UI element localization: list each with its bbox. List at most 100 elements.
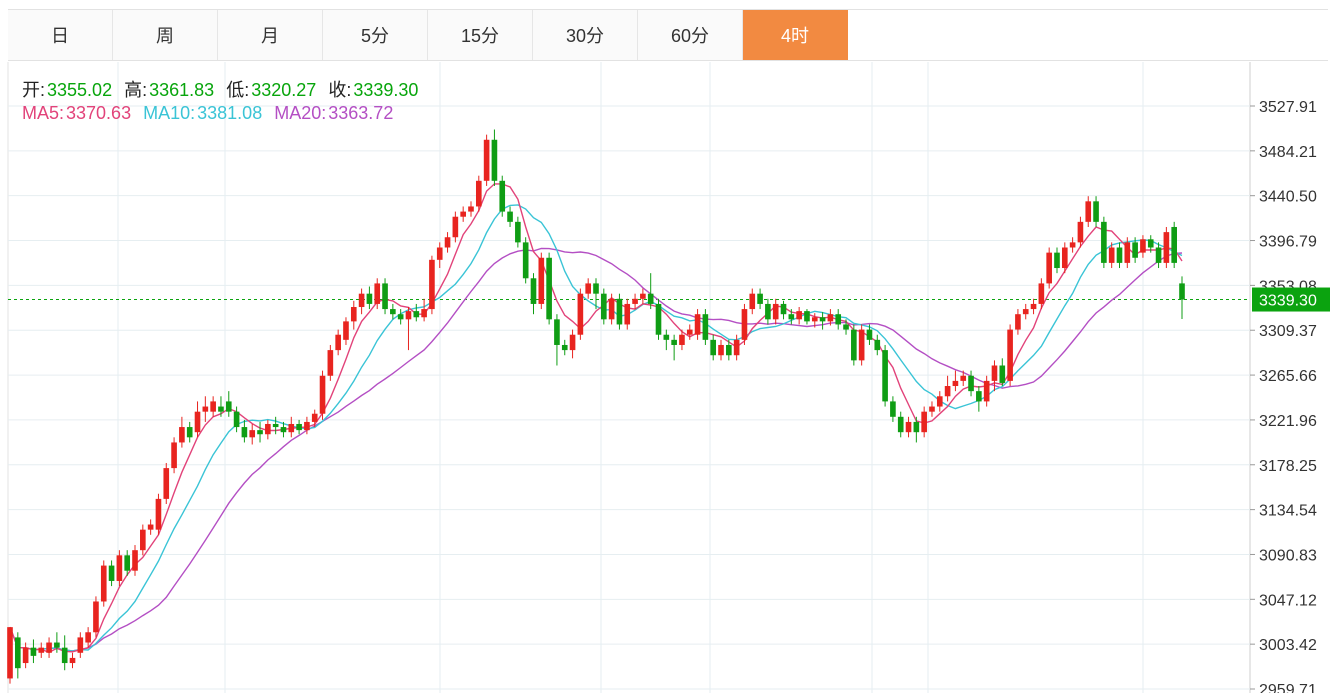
candle bbox=[265, 419, 271, 440]
candle bbox=[601, 288, 607, 325]
candle-body bbox=[944, 386, 951, 397]
candle-body bbox=[616, 298, 623, 325]
y-tick-label: 3309.37 bbox=[1259, 323, 1317, 340]
candle-body bbox=[460, 211, 466, 217]
candle-body bbox=[663, 334, 670, 340]
candle-body bbox=[585, 283, 591, 294]
candle-body bbox=[249, 430, 256, 438]
candle-body bbox=[61, 647, 68, 664]
candle-body bbox=[601, 293, 607, 320]
candle-body bbox=[538, 257, 545, 304]
y-tick-label: 3047.12 bbox=[1259, 592, 1317, 609]
candle bbox=[93, 596, 99, 638]
candle-body bbox=[733, 339, 740, 356]
candle-body bbox=[1163, 232, 1170, 263]
candle bbox=[22, 642, 29, 669]
candle bbox=[585, 278, 591, 299]
candle-body bbox=[1093, 201, 1099, 222]
candle-body bbox=[905, 421, 912, 433]
candle bbox=[350, 300, 357, 330]
candle bbox=[460, 206, 466, 222]
candle bbox=[577, 288, 584, 340]
candle bbox=[976, 386, 982, 412]
candle-body bbox=[624, 303, 631, 325]
candle-body bbox=[765, 303, 771, 320]
candle-body bbox=[843, 324, 849, 330]
candle-body bbox=[452, 216, 459, 238]
candle bbox=[632, 293, 638, 310]
candle-body bbox=[1015, 314, 1021, 330]
candle-body bbox=[1030, 303, 1037, 310]
candle-body bbox=[429, 259, 435, 310]
candle-body bbox=[679, 334, 685, 345]
candle bbox=[1007, 324, 1013, 387]
y-tick-label: 3090.83 bbox=[1259, 547, 1317, 564]
ma-readout: MA5: 3370.63 MA10: 3381.08 MA20: 3363.72 bbox=[22, 103, 395, 124]
candle bbox=[343, 317, 349, 345]
candle-body bbox=[186, 427, 193, 438]
y-tick-label: 2959.71 bbox=[1259, 682, 1317, 693]
candle-body bbox=[69, 657, 76, 664]
candle bbox=[241, 419, 248, 443]
candle bbox=[296, 419, 302, 435]
candle bbox=[249, 423, 256, 445]
candle bbox=[757, 288, 763, 310]
candle-body bbox=[522, 242, 529, 279]
candle-body bbox=[155, 498, 162, 530]
candle bbox=[772, 298, 779, 325]
candle-body bbox=[788, 314, 795, 320]
candle-body bbox=[202, 406, 209, 412]
candle-body bbox=[749, 293, 756, 310]
candle bbox=[1171, 221, 1177, 269]
candle bbox=[554, 314, 560, 366]
candle-body bbox=[702, 314, 709, 340]
candle-body bbox=[54, 642, 60, 648]
candle bbox=[796, 307, 802, 325]
candle bbox=[452, 211, 459, 243]
candle bbox=[366, 286, 373, 310]
candle-body bbox=[718, 344, 724, 356]
candle-body bbox=[257, 430, 263, 435]
candle bbox=[1069, 237, 1076, 253]
candle-body bbox=[835, 314, 842, 325]
candle-body bbox=[632, 298, 638, 304]
candle-body bbox=[507, 211, 513, 222]
candle bbox=[319, 370, 326, 420]
candle bbox=[780, 300, 787, 320]
candle bbox=[749, 288, 756, 315]
candle bbox=[663, 329, 670, 351]
candle bbox=[1046, 247, 1052, 289]
candle bbox=[694, 309, 701, 340]
candle-body bbox=[569, 334, 576, 351]
candle bbox=[46, 637, 52, 658]
candle-body bbox=[1116, 247, 1123, 263]
candle-body bbox=[132, 550, 138, 571]
candle-body bbox=[968, 375, 974, 392]
candle-body bbox=[1022, 309, 1029, 315]
candle bbox=[421, 298, 427, 322]
candle bbox=[507, 206, 513, 227]
ma5-label: MA5: bbox=[22, 103, 65, 123]
candle-body bbox=[1038, 283, 1045, 304]
candle-body bbox=[100, 565, 107, 602]
candle bbox=[155, 493, 162, 535]
candle bbox=[835, 309, 842, 330]
y-tick-label: 3003.42 bbox=[1259, 637, 1317, 654]
candle bbox=[718, 339, 724, 361]
candle-body bbox=[421, 309, 427, 318]
candle bbox=[655, 298, 662, 340]
candle-body bbox=[890, 401, 896, 417]
candle-body bbox=[1140, 239, 1146, 253]
grid bbox=[7, 62, 1251, 693]
candle bbox=[405, 307, 412, 351]
close-value: 3339.30 bbox=[353, 80, 419, 100]
candle-body bbox=[858, 329, 865, 361]
candle-body bbox=[929, 406, 935, 412]
candle-body bbox=[1147, 239, 1154, 248]
candle-body bbox=[343, 321, 349, 340]
candle-body bbox=[593, 283, 599, 294]
candle-body bbox=[468, 206, 474, 212]
high-value: 3361.83 bbox=[149, 80, 215, 100]
candle-body bbox=[819, 317, 826, 322]
ohlc-readout: 开: 3355.02 高: 3361.83 低: 3320.27 收: 3339.30 bbox=[22, 76, 420, 102]
